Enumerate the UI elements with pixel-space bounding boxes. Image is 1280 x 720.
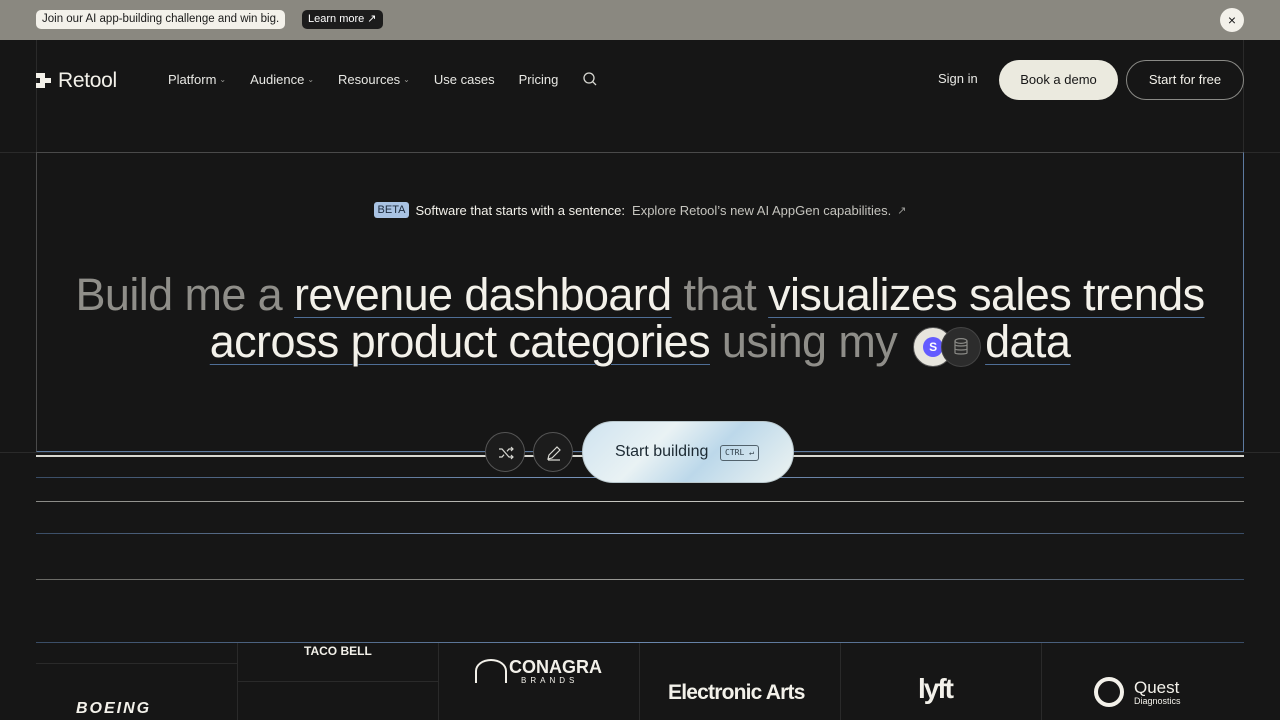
pencil-icon — [547, 446, 561, 461]
search-icon[interactable] — [582, 71, 598, 87]
nav-item-use-cases[interactable]: Use cases — [434, 72, 495, 87]
tacobell-wordmark: TACO BELL — [304, 644, 372, 658]
prompt-chip-trends[interactable]: visualizes sales trends — [768, 269, 1205, 320]
nav-item-platform[interactable]: Platform ⌄ — [168, 72, 226, 87]
conagra-sub: BRANDS — [521, 676, 579, 685]
ea-wordmark: Electronic Arts — [668, 681, 805, 704]
nav-item-audience[interactable]: Audience ⌄ — [250, 72, 314, 87]
book-demo-button[interactable]: Book a demo — [999, 60, 1118, 100]
appgen-announcement[interactable]: BETA Software that starts with a sentenc… — [37, 202, 1243, 218]
announcement-text[interactable]: Join our AI app-building challenge and w… — [36, 10, 286, 29]
shuffle-button[interactable] — [485, 432, 525, 472]
hero-section: BETA Software that starts with a sentenc… — [36, 152, 1244, 452]
brand-name: Retool — [58, 69, 117, 92]
data-source-picker[interactable]: S — [913, 327, 982, 367]
keyboard-shortcut: CTRL ↵ — [720, 445, 759, 461]
hero-headline: Build me a revenue dashboard that visual… — [37, 271, 1243, 367]
quest-wordmark: Quest — [1134, 678, 1180, 697]
database-icon — [941, 327, 982, 367]
shuffle-icon — [499, 446, 514, 460]
main-nav: Retool Platform ⌄ Audience ⌄ Resources ⌄… — [0, 40, 1280, 152]
decorative-stripe — [36, 533, 1244, 534]
headline-text: using my — [710, 316, 910, 367]
logo-ea: Electronic Arts — [639, 643, 840, 720]
nav-item-label: Audience — [250, 71, 305, 87]
logo-boeing: BOEING — [36, 643, 237, 720]
announcement-bar: Join our AI app-building challenge and w… — [0, 0, 1280, 40]
close-icon[interactable]: × — [1220, 8, 1244, 32]
appgen-link-text: Explore Retool’s new AI AppGen capabilit… — [632, 202, 892, 218]
boeing-wordmark: BOEING — [76, 700, 152, 717]
chevron-down-icon: ⌄ — [307, 74, 315, 84]
arrow-up-right-icon: ↗ — [897, 204, 907, 217]
quest-sub: Diagnostics — [1134, 696, 1181, 706]
beta-badge: BETA — [373, 202, 410, 218]
customer-logos: BOEING TACO BELL CONAGRA BRANDS Electron… — [36, 643, 1244, 720]
decorative-stripe — [36, 579, 1244, 580]
logo-tacobell: TACO BELL — [237, 643, 439, 720]
nav-item-label: Platform — [168, 71, 217, 87]
stripe-badge: S — [923, 337, 944, 357]
headline-text: Build me a — [75, 269, 295, 320]
prompt-chip-data[interactable]: data — [985, 316, 1071, 367]
retool-logo-icon — [36, 73, 52, 89]
decorative-stripe — [36, 501, 1244, 502]
sign-in-link[interactable]: Sign in — [938, 71, 978, 86]
learn-more-link[interactable]: Learn more ↗ — [302, 10, 383, 29]
retool-logo[interactable]: Retool — [36, 69, 117, 93]
chevron-down-icon: ⌄ — [219, 74, 227, 84]
nav-item-resources[interactable]: Resources ⌄ — [338, 72, 410, 87]
lyft-wordmark: lyft — [918, 673, 954, 704]
logo-conagra: CONAGRA BRANDS — [438, 643, 639, 720]
nav-item-label: Use cases — [433, 71, 495, 87]
start-building-label: Start building — [615, 443, 709, 460]
quest-logo-icon — [1094, 677, 1124, 707]
headline-text: that — [671, 269, 769, 320]
conagra-wordmark: CONAGRA — [509, 657, 602, 677]
edit-button[interactable] — [533, 432, 573, 472]
prompt-chip-dashboard[interactable]: revenue dashboard — [294, 269, 672, 320]
start-free-button[interactable]: Start for free — [1126, 60, 1244, 100]
chevron-down-icon: ⌄ — [403, 74, 410, 84]
start-building-button[interactable]: Start building CTRL ↵ — [582, 421, 794, 483]
nav-item-pricing[interactable]: Pricing — [519, 72, 559, 87]
logo-lyft: lyft — [840, 643, 1041, 720]
nav-item-label: Resources — [338, 71, 401, 87]
logo-quest: Quest Diagnostics — [1041, 643, 1244, 720]
nav-item-label: Pricing — [518, 71, 559, 87]
nav-links: Platform ⌄ Audience ⌄ Resources ⌄ Use ca… — [168, 71, 598, 87]
conagra-leaf-icon — [475, 659, 507, 683]
prompt-chip-categories[interactable]: across product categories — [210, 316, 711, 367]
tagline: Software that starts with a sentence: — [415, 202, 626, 218]
